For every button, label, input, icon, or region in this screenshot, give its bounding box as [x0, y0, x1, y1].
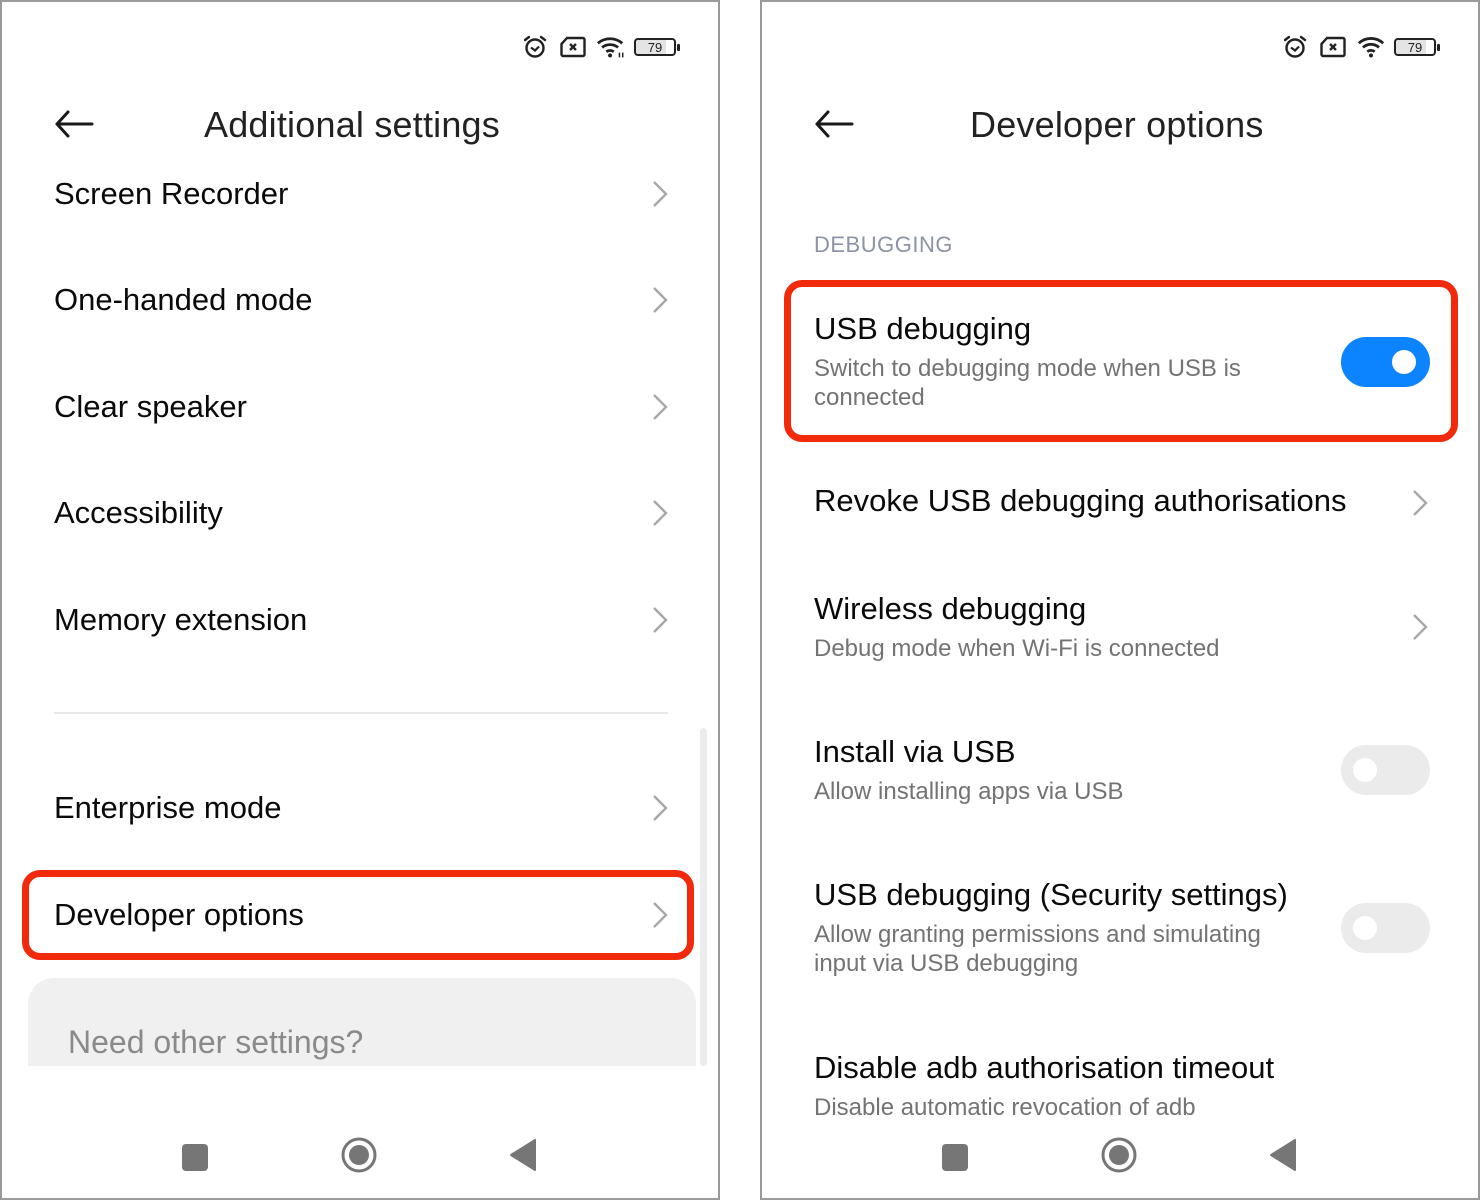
usb-debugging-toggle[interactable] [1341, 337, 1430, 387]
home-button[interactable] [1092, 1130, 1146, 1184]
chevron-right-icon [650, 285, 670, 315]
setting-revoke-usb-authorisations[interactable]: Revoke USB debugging authorisations [814, 482, 1430, 526]
chevron-right-icon [650, 392, 670, 422]
additional-settings-screen: 79 Additional settings Screen Recorder O… [0, 0, 720, 1200]
back-nav-button[interactable] [496, 1130, 550, 1184]
section-header-debugging: DEBUGGING [814, 232, 953, 257]
back-nav-button[interactable] [1256, 1130, 1310, 1184]
list-item-one-handed-mode[interactable]: One-handed mode [54, 270, 670, 330]
home-button[interactable] [332, 1130, 386, 1184]
setting-usb-debugging-security[interactable]: USB debugging (Security settings) Allow … [814, 876, 1430, 986]
other-settings-text: Need other settings? [68, 1024, 364, 1060]
page-title: Developer options [970, 104, 1264, 145]
chevron-right-icon [650, 900, 670, 930]
setting-title: USB debugging (Security settings) [814, 877, 1288, 912]
recents-icon [182, 1143, 208, 1171]
status-bar: 79 [520, 32, 680, 62]
navigation-bar [2, 1130, 718, 1184]
setting-subtitle: Debug mode when Wi-Fi is connected [814, 635, 1220, 662]
back-icon [1269, 1138, 1297, 1176]
arrow-left-icon [54, 110, 94, 143]
battery-icon: 79 [1394, 38, 1440, 56]
recents-button[interactable] [168, 1130, 222, 1184]
setting-title: USB debugging [814, 311, 1032, 346]
list-item-screen-recorder[interactable]: Screen Recorder [54, 164, 670, 224]
home-icon [340, 1136, 378, 1179]
recents-icon [942, 1143, 968, 1171]
usb-debugging-security-toggle[interactable] [1341, 903, 1430, 953]
list-item-label: Developer options [54, 897, 304, 932]
no-sim-icon [558, 33, 588, 61]
setting-subtitle: Allow installing apps via USB [814, 778, 1124, 805]
list-item-label: Accessibility [54, 495, 223, 530]
battery-level: 79 [1407, 39, 1423, 55]
alarm-icon [1280, 33, 1310, 61]
setting-disable-adb-timeout[interactable]: Disable adb authorisation timeout Disabl… [814, 1049, 1430, 1129]
setting-title: Install via USB [814, 734, 1016, 769]
status-bar: 79 [1280, 32, 1440, 62]
chevron-right-icon [650, 179, 670, 209]
back-icon [509, 1138, 537, 1176]
page-title: Additional settings [204, 104, 500, 145]
list-item-clear-speaker[interactable]: Clear speaker [54, 377, 670, 437]
list-item-memory-extension[interactable]: Memory extension [54, 590, 670, 650]
battery-level: 79 [647, 39, 663, 55]
wifi-icon [596, 33, 626, 61]
back-button[interactable] [52, 108, 96, 144]
battery-icon: 79 [634, 38, 680, 56]
setting-wireless-debugging[interactable]: Wireless debugging Debug mode when Wi-Fi… [814, 590, 1430, 670]
install-via-usb-toggle[interactable] [1341, 745, 1430, 795]
wifi-icon [1356, 33, 1386, 61]
chevron-right-icon [650, 793, 670, 823]
home-icon [1100, 1136, 1138, 1179]
list-item-enterprise-mode[interactable]: Enterprise mode [54, 778, 670, 838]
setting-install-via-usb[interactable]: Install via USB Allow installing apps vi… [814, 733, 1430, 813]
scrollbar[interactable] [700, 728, 707, 1066]
setting-title: Wireless debugging [814, 591, 1087, 626]
no-sim-icon [1318, 33, 1348, 61]
header: Developer options [762, 98, 1478, 156]
chevron-right-icon [650, 498, 670, 528]
setting-subtitle: Allow granting permissions and simulatin… [814, 921, 1261, 977]
back-button[interactable] [812, 108, 856, 144]
setting-title: Revoke USB debugging authorisations [814, 483, 1347, 518]
chevron-right-icon [1410, 488, 1430, 518]
list-item-accessibility[interactable]: Accessibility [54, 483, 670, 543]
setting-title: Disable adb authorisation timeout [814, 1050, 1275, 1085]
divider [54, 712, 668, 714]
header: Additional settings [2, 98, 718, 156]
list-item-developer-options[interactable]: Developer options [54, 885, 670, 945]
toggle-knob [1392, 350, 1416, 374]
setting-usb-debugging[interactable]: USB debugging Switch to debugging mode w… [814, 310, 1430, 420]
alarm-icon [520, 33, 550, 61]
list-item-label: Enterprise mode [54, 790, 282, 825]
toggle-knob [1353, 758, 1377, 782]
chevron-right-icon [650, 605, 670, 635]
list-item-label: One-handed mode [54, 282, 313, 317]
chevron-right-icon [1410, 612, 1430, 642]
list-item-label: Memory extension [54, 602, 308, 637]
list-item-label: Screen Recorder [54, 176, 289, 211]
navigation-bar [762, 1130, 1478, 1184]
setting-subtitle: Switch to debugging mode when USB is con… [814, 355, 1241, 411]
recents-button[interactable] [928, 1130, 982, 1184]
toggle-knob [1353, 916, 1377, 940]
developer-options-screen: 79 Developer options DEBUGGING USB debug… [760, 0, 1480, 1200]
list-item-label: Clear speaker [54, 389, 247, 424]
arrow-left-icon [814, 110, 854, 143]
